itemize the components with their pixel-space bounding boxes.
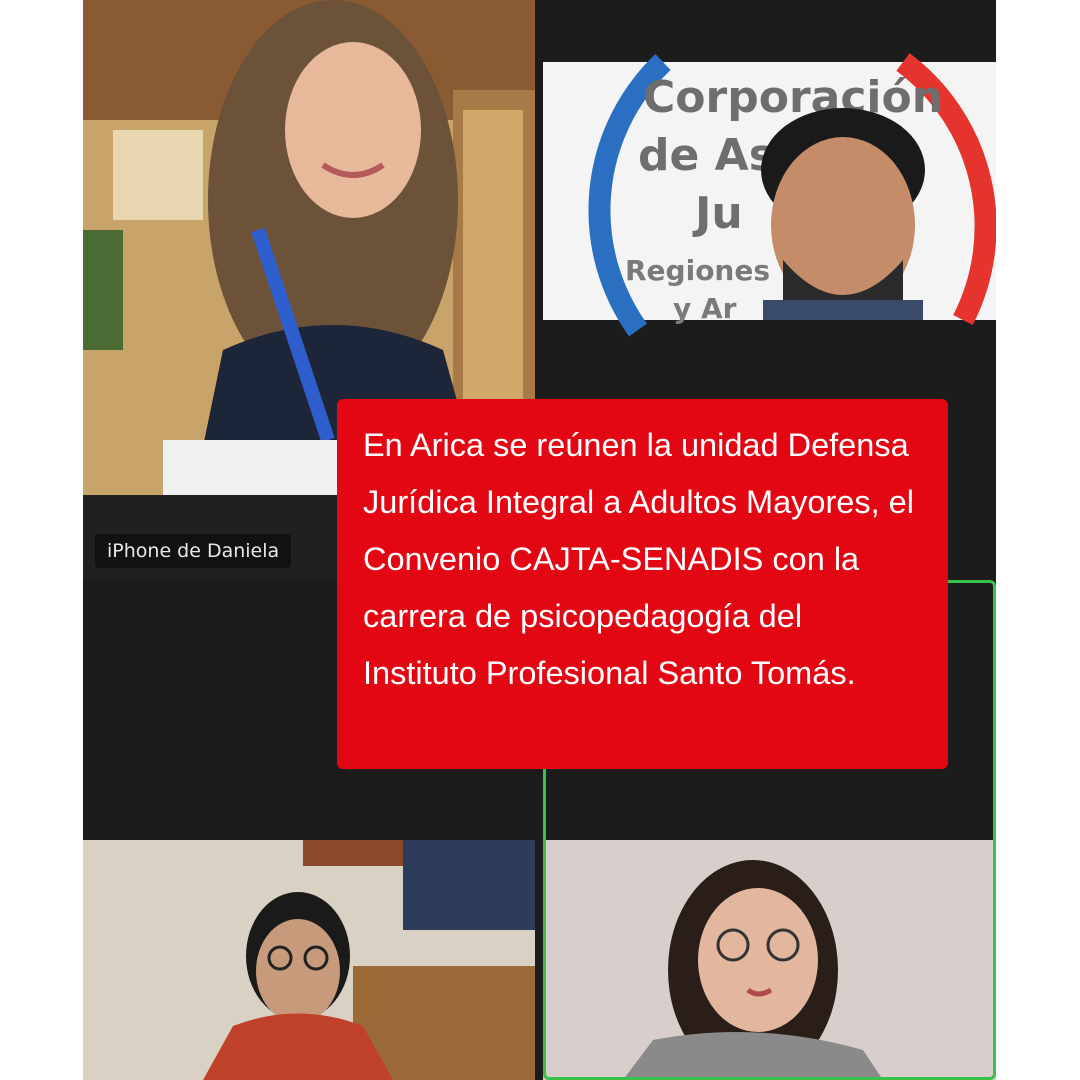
logo-line-3: Ju (692, 188, 743, 239)
caption-text: En Arica se reúnen la unidad Defensa Jur… (363, 427, 914, 691)
logo-line-4: Regiones (625, 254, 770, 287)
participant-name-tag: iPhone de Daniela (95, 534, 292, 568)
logo-line-5: y Ar (673, 292, 737, 325)
news-caption-box: En Arica se reúnen la unidad Defensa Jur… (337, 399, 948, 769)
logo-line-1: Corporación (643, 72, 943, 123)
